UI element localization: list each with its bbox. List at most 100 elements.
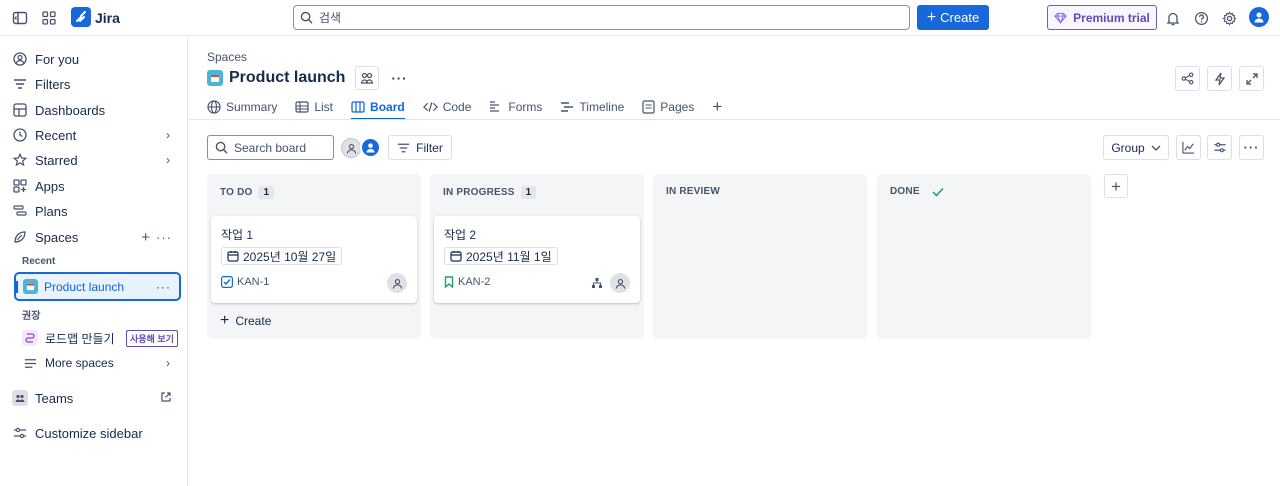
sidebar-item-teams[interactable]: Teams [12, 387, 180, 409]
column-title: DONE [890, 186, 920, 197]
premium-trial-button[interactable]: Premium trial [1047, 5, 1157, 30]
sidebar-item-label: More spaces [45, 356, 114, 370]
help-icon[interactable] [1190, 7, 1212, 29]
brand-name[interactable]: Jira [95, 10, 120, 26]
user-avatar[interactable] [1249, 7, 1269, 27]
search-placeholder: 검색 [319, 11, 342, 25]
column-header[interactable]: IN PROGRESS 1 [443, 186, 537, 199]
breadcrumb[interactable]: Spaces [207, 50, 247, 64]
plans-icon [12, 203, 28, 219]
more-icon[interactable]: ··· [156, 230, 172, 245]
assignee-avatar[interactable] [387, 273, 407, 293]
sidebar-item-customize[interactable]: Customize sidebar [12, 422, 180, 444]
sidebar-item-label: Teams [35, 390, 74, 406]
tab-code[interactable]: Code [422, 95, 472, 119]
more-actions-icon[interactable]: ··· [391, 71, 407, 86]
add-column-button[interactable]: + [1104, 174, 1128, 198]
sidebar-item-apps[interactable]: Apps [12, 175, 180, 197]
column-header[interactable]: DONE [890, 186, 944, 197]
spaces-icon [12, 229, 28, 245]
sidebar-item-more-spaces[interactable]: More spaces › [22, 352, 180, 374]
column-header[interactable]: IN REVIEW [666, 186, 720, 197]
fullscreen-button[interactable] [1239, 66, 1264, 91]
issue-key[interactable]: KAN-2 [444, 276, 490, 288]
calendar-icon [227, 251, 239, 262]
tab-forms[interactable]: Forms [489, 95, 542, 119]
filter-label: Filter [416, 140, 443, 155]
share-button[interactable] [1175, 66, 1200, 91]
sidebar-item-label: For you [35, 51, 80, 67]
sidebar-item-filters[interactable]: Filters [12, 73, 180, 95]
diamond-icon [1054, 12, 1067, 24]
plus-icon: + [1111, 176, 1121, 196]
tab-timeline[interactable]: Timeline [560, 95, 624, 119]
tab-board[interactable]: Board [351, 95, 405, 120]
view-settings-button[interactable] [1207, 135, 1232, 160]
active-indicator [16, 281, 18, 293]
sidebar-item-roadmap[interactable]: 로드맵 만들기 사용해 보기 [22, 327, 180, 349]
try-badge[interactable]: 사용해 보기 [126, 329, 178, 347]
bell-icon[interactable] [1162, 7, 1184, 29]
sidebar-item-label: Spaces [35, 229, 79, 245]
page-header: Product launch ··· [207, 66, 407, 90]
automation-button[interactable] [1207, 66, 1232, 91]
people-button[interactable] [355, 66, 380, 90]
list-table-icon [295, 101, 309, 113]
story-bookmark-icon [444, 276, 454, 288]
sidebar-item-spaces[interactable]: Spaces + ··· [12, 226, 180, 248]
sidebar-item-label: 로드맵 만들기 [45, 331, 115, 346]
tab-label: Code [442, 100, 472, 114]
more-icon[interactable]: ··· [156, 280, 171, 294]
group-dropdown[interactable]: Group [1103, 135, 1169, 160]
sidebar-toggle-icon[interactable] [9, 7, 31, 29]
user-filter-avatar[interactable] [360, 137, 381, 158]
add-space-icon[interactable]: + [141, 229, 150, 246]
add-tab-button[interactable]: + [712, 95, 722, 119]
jira-logo-icon[interactable] [71, 7, 91, 27]
sidebar-item-starred[interactable]: Starred › [12, 149, 180, 171]
board-more-button[interactable]: ··· [1239, 135, 1264, 160]
person-icon [392, 278, 402, 289]
issue-card[interactable]: 작업 1 2025년 10월 27일 KAN-1 [211, 216, 417, 303]
issue-key-text: KAN-2 [458, 276, 491, 288]
tab-pages[interactable]: Pages [642, 95, 694, 119]
sidebar-item-dashboards[interactable]: Dashboards [12, 99, 180, 121]
due-date-lozenge: 2025년 11월 1일 [444, 247, 558, 265]
sidebar-item-label: Dashboards [35, 102, 106, 118]
tabs-divider [189, 119, 1280, 120]
search-board-input[interactable]: Search board [207, 135, 334, 160]
sidebar-item-recent[interactable]: Recent › [12, 124, 180, 146]
tab-label: Pages [660, 100, 695, 114]
insights-button[interactable] [1176, 135, 1201, 160]
tab-label: Timeline [579, 100, 625, 114]
recent-heading: Recent [22, 256, 56, 267]
person-icon [615, 278, 625, 289]
code-icon [422, 102, 438, 112]
sidebar-item-plans[interactable]: Plans [12, 200, 180, 222]
share-icon [1181, 72, 1194, 85]
forms-icon [490, 101, 500, 112]
create-issue-button[interactable]: + Create [220, 313, 271, 329]
create-label: Create [235, 314, 272, 328]
column-header[interactable]: TO DO 1 [220, 186, 275, 199]
clock-icon [12, 127, 28, 143]
app-switcher-icon[interactable] [38, 7, 60, 29]
sidebar-item-for-you[interactable]: For you [12, 48, 180, 70]
page-icon [642, 100, 655, 114]
sidebar: For you Filters Dashboards Recent › Star… [0, 37, 188, 486]
column-count-badge: 1 [258, 186, 275, 199]
tab-summary[interactable]: Summary [207, 95, 277, 119]
assignee-avatar[interactable] [610, 273, 630, 293]
create-button[interactable]: + Create [917, 5, 989, 30]
tab-list[interactable]: List [295, 95, 333, 119]
list-icon [22, 355, 38, 371]
settings-gear-icon[interactable] [1218, 7, 1240, 29]
sidebar-item-product-launch[interactable]: Product launch ··· [14, 272, 181, 301]
filter-button[interactable]: Filter [388, 135, 452, 160]
unassigned-avatar[interactable] [341, 138, 361, 158]
sidebar-item-label: Apps [35, 178, 65, 194]
issue-key[interactable]: KAN-1 [221, 276, 269, 288]
global-search-input[interactable]: 검색 [293, 5, 910, 30]
issue-card[interactable]: 작업 2 2025년 11월 1일 KAN-2 [434, 216, 640, 303]
column-title: TO DO [220, 187, 253, 198]
